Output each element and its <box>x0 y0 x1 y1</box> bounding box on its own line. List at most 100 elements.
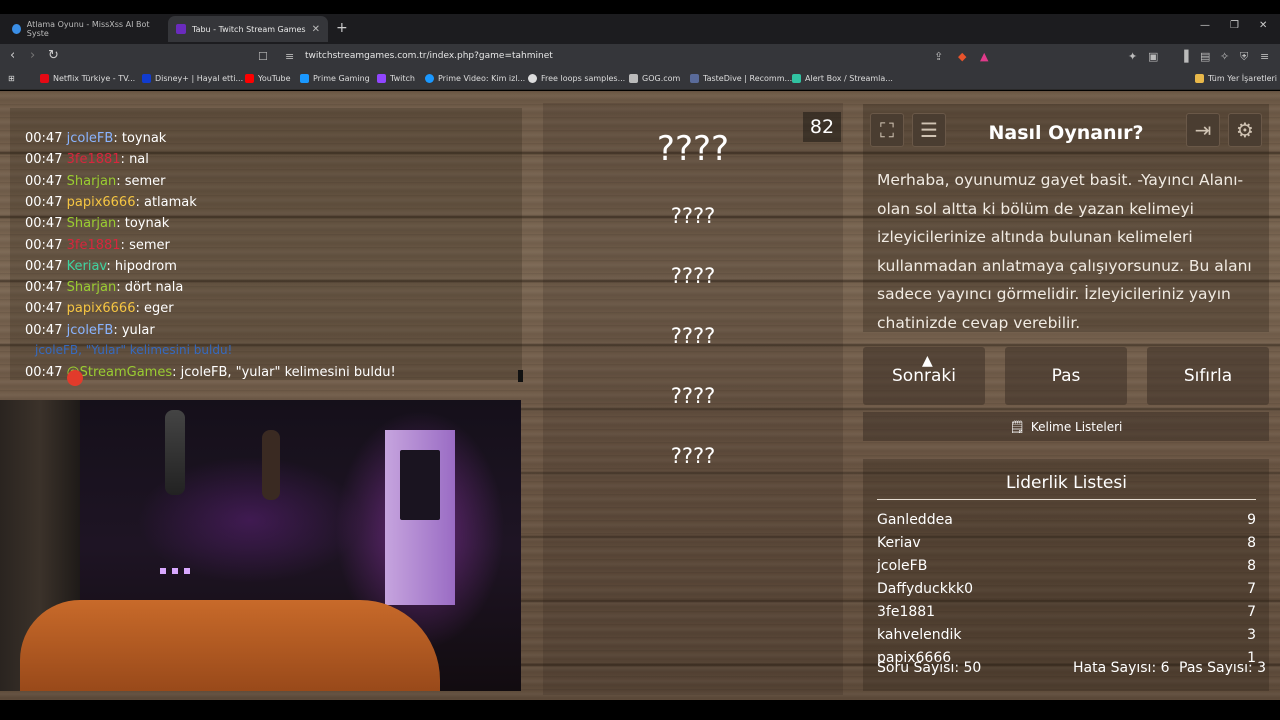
chat-user[interactable]: papix6666 <box>67 195 136 210</box>
chat-text: hipodrom <box>114 258 177 274</box>
apps-icon[interactable]: ⊞ <box>8 74 15 83</box>
tab-title: Tabu - Twitch Stream Games <box>192 24 306 34</box>
chat-time: 00:47 <box>25 173 63 189</box>
webcam-guitar <box>165 410 185 495</box>
chat-user[interactable]: jcoleFB <box>67 131 114 146</box>
menu-icon[interactable]: ≡ <box>1260 50 1269 63</box>
question-count: Soru Sayısı: 50 <box>877 660 982 676</box>
chat-user[interactable]: 3fe1881 <box>67 152 121 167</box>
how-to-play-text: Merhaba, oyunumuz gayet basit. -Yayıncı … <box>877 171 1252 332</box>
minimize-icon[interactable]: — <box>1200 20 1210 31</box>
wallet-icon[interactable]: ▤ <box>1200 50 1210 63</box>
rewards-icon[interactable]: ▲ <box>980 50 988 63</box>
reset-button[interactable]: Sıfırla <box>1147 347 1269 405</box>
bookmark-prime-gaming[interactable]: Prime Gaming <box>300 74 370 83</box>
bookmark-disney[interactable]: Disney+ | Hayal etti... <box>142 74 243 83</box>
leaderboard-row: jcoleFB 8 <box>877 558 1256 574</box>
logout-icon[interactable]: ⇥ <box>1186 113 1220 147</box>
bookmark-label: Free loops samples... <box>541 74 626 83</box>
pass-button[interactable]: Pas <box>1005 347 1127 405</box>
extensions-icon[interactable]: ✦ <box>1128 50 1137 63</box>
gear-icon[interactable]: ⚙ <box>1228 113 1262 147</box>
leaderboard-row: Daffyduckkk0 7 <box>877 581 1256 597</box>
how-to-play-panel: ⛶ ☰ Nasıl Oynanır? ⇥ ⚙ Merhaba, oyunumuz… <box>863 104 1269 332</box>
found-notice: jcoleFB, "Yular" kelimesini buldu! <box>35 343 233 357</box>
fullscreen-icon[interactable]: ⛶ <box>870 113 904 147</box>
player-score: 3 <box>1247 627 1256 643</box>
bookmark-alert-box[interactable]: Alert Box / Streamla... <box>792 74 893 83</box>
vpn-icon[interactable]: ⛨ <box>1240 50 1248 64</box>
maximize-icon[interactable]: ❐ <box>1230 20 1239 31</box>
extension-icon[interactable]: ▣ <box>1148 50 1158 63</box>
game-page: 00:47 jcoleFB: toynak 00:47 3fe1881: nal 0… <box>0 91 1280 700</box>
document-icon[interactable]: ☰ <box>912 113 946 147</box>
brave-shield-icon[interactable]: ◆ <box>958 50 966 63</box>
bookmark-twitch[interactable]: Twitch <box>377 74 415 83</box>
chat-message: 00:47 Keriav: hipodrom <box>25 258 177 274</box>
chat-text: toynak <box>121 131 167 146</box>
bookmark-netflix[interactable]: Netflix Türkiye - TV... <box>40 74 135 83</box>
browser-tab-1[interactable]: Atlama Oyunu - MissXss AI Bot Syste <box>4 16 164 42</box>
record-indicator-icon <box>67 370 83 386</box>
chat-text: nal <box>129 152 149 168</box>
forbidden-word: ???? <box>670 444 716 468</box>
chat-message: 00:47 Sharjan: semer <box>25 173 166 189</box>
notepad-icon: 🗒 <box>1009 419 1025 434</box>
back-icon[interactable]: ‹ <box>10 49 15 63</box>
chat-message: 00:47 papix6666: atlamak <box>25 194 197 210</box>
forbidden-word: ???? <box>670 324 716 348</box>
tastedive-icon <box>690 74 699 83</box>
chat-time: 00:47 <box>25 280 63 296</box>
share-icon[interactable]: ⇪ <box>934 50 943 63</box>
player-score: 9 <box>1247 512 1256 528</box>
close-tab-icon[interactable]: ✕ <box>312 24 320 35</box>
chat-user[interactable]: jcoleFB <box>67 323 114 338</box>
close-window-icon[interactable]: ✕ <box>1259 20 1267 31</box>
browser-navbar: ‹ › ↻ ☐ ≡ twitchstreamgames.com.tr/index… <box>0 44 1280 70</box>
chat-message: 00:47 papix6666: eger <box>25 301 174 317</box>
bookmark-prime-video[interactable]: Prime Video: Kim izl... <box>425 74 525 83</box>
webcam-feed <box>0 400 521 691</box>
word-lists-button[interactable]: 🗒 Kelime Listeleri <box>863 412 1269 441</box>
player-name: Ganleddea <box>877 512 953 528</box>
chat-text: semer <box>124 173 166 189</box>
webcam-lights <box>160 568 196 574</box>
bookmark-label: Prime Gaming <box>313 74 370 83</box>
chat-user[interactable]: papix6666 <box>67 301 136 316</box>
leaderboard-panel: Liderlik Listesi Ganleddea 9 Keriav 8 jcoleF… <box>863 459 1269 691</box>
bookmark-tastedive[interactable]: TasteDive | Recomm... <box>690 74 792 83</box>
bookmark-all[interactable]: Tüm Yer İşaretleri <box>1195 74 1277 83</box>
player-score: 8 <box>1247 558 1256 574</box>
bookmark-label: Netflix Türkiye - TV... <box>53 74 136 83</box>
chat-user[interactable]: Sharjan <box>67 216 117 231</box>
chat-user[interactable]: 3fe1881 <box>67 238 121 253</box>
forbidden-word: ???? <box>670 384 716 408</box>
url-bar[interactable]: twitchstreamgames.com.tr/index.php?game=… <box>305 51 553 61</box>
bookmark-youtube[interactable]: YouTube <box>245 74 291 83</box>
bookmark-label: Twitch <box>390 74 415 83</box>
chat-text: yular <box>121 322 155 338</box>
chat-time: 00:47 <box>25 322 63 338</box>
chat-time: 00:47 <box>25 216 63 232</box>
leo-icon[interactable]: ✧ <box>1220 50 1229 63</box>
reload-icon[interactable]: ↻ <box>48 49 59 63</box>
forward-icon[interactable]: › <box>30 49 35 63</box>
site-info-icon[interactable]: ≡ <box>285 50 294 63</box>
chat-text: atlamak <box>143 194 197 210</box>
webcam-guitar <box>262 430 280 500</box>
bookmark-icon[interactable]: ☐ <box>258 50 268 63</box>
new-tab-icon[interactable]: + <box>336 20 348 36</box>
chat-time: 00:47 <box>25 365 63 380</box>
bookmark-free-loops[interactable]: Free loops samples... <box>528 74 625 83</box>
sidebar-icon[interactable]: ▐ <box>1180 50 1188 63</box>
bookmark-label: YouTube <box>258 74 291 83</box>
chat-user[interactable]: Sharjan <box>67 280 117 295</box>
browser-tab-2[interactable]: Tabu - Twitch Stream Games ✕ <box>168 16 328 42</box>
disney-icon <box>142 74 151 83</box>
bookmark-gog[interactable]: GOG.com <box>629 74 680 83</box>
chat-user[interactable]: Keriav <box>67 259 107 274</box>
prime-gaming-icon <box>300 74 309 83</box>
chat-time: 00:47 <box>25 131 63 146</box>
chat-user[interactable]: Sharjan <box>67 174 117 189</box>
chat-scroll-marker <box>518 370 523 382</box>
